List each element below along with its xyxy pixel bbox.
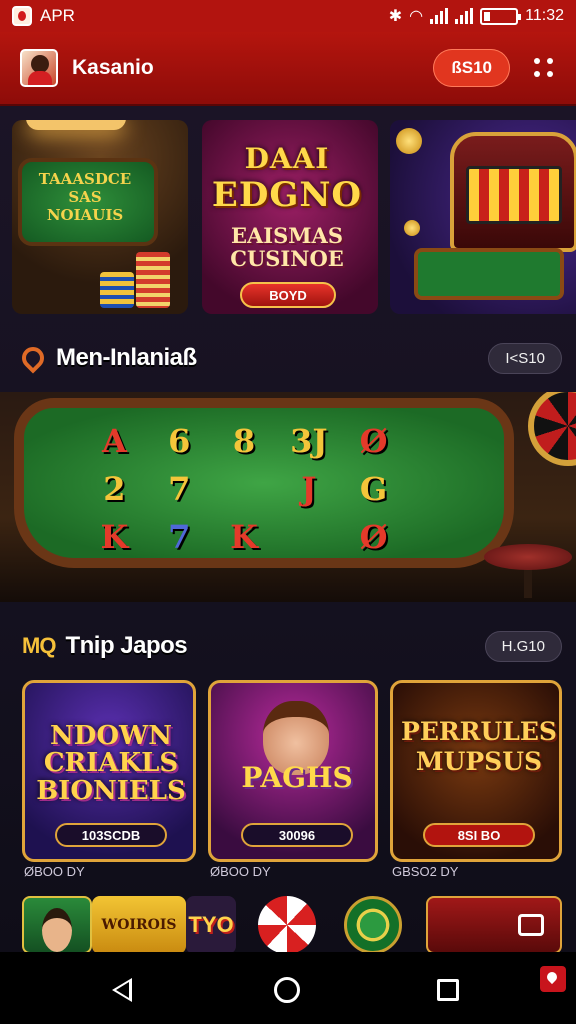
card-symbol: 3J <box>290 422 328 460</box>
hero2-logo-top: DAAI <box>244 142 330 175</box>
lamp-icon <box>26 120 126 130</box>
card-symbol: Ø <box>359 422 388 460</box>
section-header-2: MQ Tnip Japos H.G10 <box>22 630 562 662</box>
hero2-button[interactable]: BOYD <box>240 282 336 308</box>
game-card-3[interactable]: PERRULES MUPSUS 8SI BO <box>390 680 562 862</box>
bluetooth-icon: ✱ <box>388 8 403 25</box>
card-symbol: 8 <box>232 422 256 460</box>
featured-table-banner[interactable]: A 6 8 3J Ø 2 7 J G K 7 K Ø <box>0 392 576 602</box>
section-prefix: MQ <box>22 633 56 658</box>
felt-table: A 6 8 3J Ø 2 7 J G K 7 K Ø <box>14 398 514 568</box>
card-symbol: G <box>359 470 388 508</box>
hero-card-table[interactable]: TAAASDCE SAS NOIAUIS <box>12 120 188 314</box>
card-symbol: K <box>230 518 258 556</box>
app-logo[interactable] <box>20 49 58 87</box>
game-art-title: PERRULES MUPSUS <box>401 717 557 776</box>
status-time: 11:32 <box>525 7 564 24</box>
card-symbol <box>278 518 339 562</box>
roulette-wheel-icon <box>528 392 576 466</box>
card-symbol: Ø <box>359 518 388 556</box>
card-symbol: A <box>101 422 127 460</box>
game-card-1[interactable]: NDOWN CRIAKLS BIONIELS 103SCDB <box>22 680 196 862</box>
coin-icon <box>396 128 422 154</box>
recents-icon[interactable] <box>437 979 459 1001</box>
wifi-icon: ◠ <box>409 8 424 25</box>
back-icon[interactable] <box>112 978 132 1002</box>
game-caption-3: GBSO2 DY <box>392 864 459 879</box>
hero-card-slot[interactable] <box>390 120 576 314</box>
main-content[interactable]: TAAASDCE SAS NOIAUIS DAAI EDGNO EAISMAS … <box>0 106 576 952</box>
section-header-1: Men-Inlaniaß I<S10 <box>17 342 562 374</box>
chip-icon[interactable] <box>344 896 402 952</box>
app-badge-icon[interactable] <box>540 966 566 992</box>
system-nav-bar <box>0 952 576 1024</box>
hero-card-text: TAAASDCE SAS NOIAUIS <box>30 170 140 224</box>
stool-icon <box>484 544 572 570</box>
game-pill[interactable]: 30096 <box>241 823 353 847</box>
app-title: Kasanio <box>72 56 154 79</box>
game-art-title: NDOWN CRIAKLS BIONIELS <box>36 721 186 806</box>
section-title-1: Men-Inlaniaß <box>56 344 197 371</box>
status-carrier: APR <box>40 6 75 25</box>
slot-screen <box>466 166 562 224</box>
card-symbol: 7 <box>168 470 191 508</box>
hero1-line3: NOIAUIS <box>46 206 124 224</box>
hero2-logo-main: EDGNO <box>211 175 363 215</box>
peppermint-icon[interactable] <box>258 896 316 952</box>
signal-icon <box>430 8 449 24</box>
hero1-line2: SAS <box>68 188 102 206</box>
chip-stack-icon <box>136 252 170 308</box>
hero1-line1: TAAASDCE <box>38 170 132 188</box>
game-caption-1: ØBOO DY <box>24 864 85 879</box>
app-notification-icon <box>12 6 32 26</box>
card-symbol: K <box>100 518 129 556</box>
camera-icon <box>518 914 544 936</box>
app-action-button[interactable]: ßЅ10 <box>433 49 510 87</box>
app-bar: Kasanio ßЅ10 <box>0 32 576 106</box>
card-grid: A 6 8 3J Ø 2 7 J G K 7 K Ø <box>84 422 404 562</box>
card-symbol: J <box>301 470 317 508</box>
section-badge-1[interactable]: I<S10 <box>488 342 562 374</box>
status-bar: APR ✱ ◠ 11:32 <box>0 0 576 32</box>
hero2-logo: DAAI EDGNO <box>206 142 368 215</box>
chip-stack-icon <box>100 272 134 308</box>
felt-table <box>414 248 564 300</box>
battery-icon <box>480 7 522 25</box>
coin-icon <box>404 220 420 236</box>
mini-games-row[interactable]: WOIROIS TYO <box>22 896 576 952</box>
game-caption-2: ØBOO DY <box>210 864 271 879</box>
mini-game-4[interactable] <box>426 896 562 952</box>
card-symbol: 7 <box>168 518 191 556</box>
location-pin-icon <box>17 342 49 374</box>
hero2-subtitle: EAISMAS CUSINOE <box>230 223 344 272</box>
mini-game-3[interactable]: TYO <box>186 896 236 952</box>
slot-machine-icon <box>450 132 576 252</box>
hero-carousel[interactable]: TAAASDCE SAS NOIAUIS DAAI EDGNO EAISMAS … <box>12 120 576 314</box>
mini-game-2[interactable]: WOIROIS <box>92 896 186 952</box>
game-pill[interactable]: 103SCDB <box>55 823 167 847</box>
card-symbol <box>214 470 275 514</box>
card-symbol: 6 <box>168 422 191 460</box>
game-pill[interactable]: 8SI BO <box>423 823 535 847</box>
signal-icon-2 <box>455 8 474 24</box>
game-art-title: PAGHS <box>241 761 353 794</box>
grid-menu-icon[interactable] <box>532 56 556 80</box>
hero-card-casino[interactable]: DAAI EDGNO EAISMAS CUSINOE BOYD <box>202 120 378 314</box>
mini-game-1[interactable] <box>22 896 92 952</box>
home-icon[interactable] <box>274 977 300 1003</box>
section-title-2: Tnip Japos <box>65 632 188 659</box>
game-card-2[interactable]: PAGHS 30096 <box>208 680 378 862</box>
section-badge-2[interactable]: H.G10 <box>484 630 562 662</box>
card-symbol: 2 <box>103 470 126 508</box>
